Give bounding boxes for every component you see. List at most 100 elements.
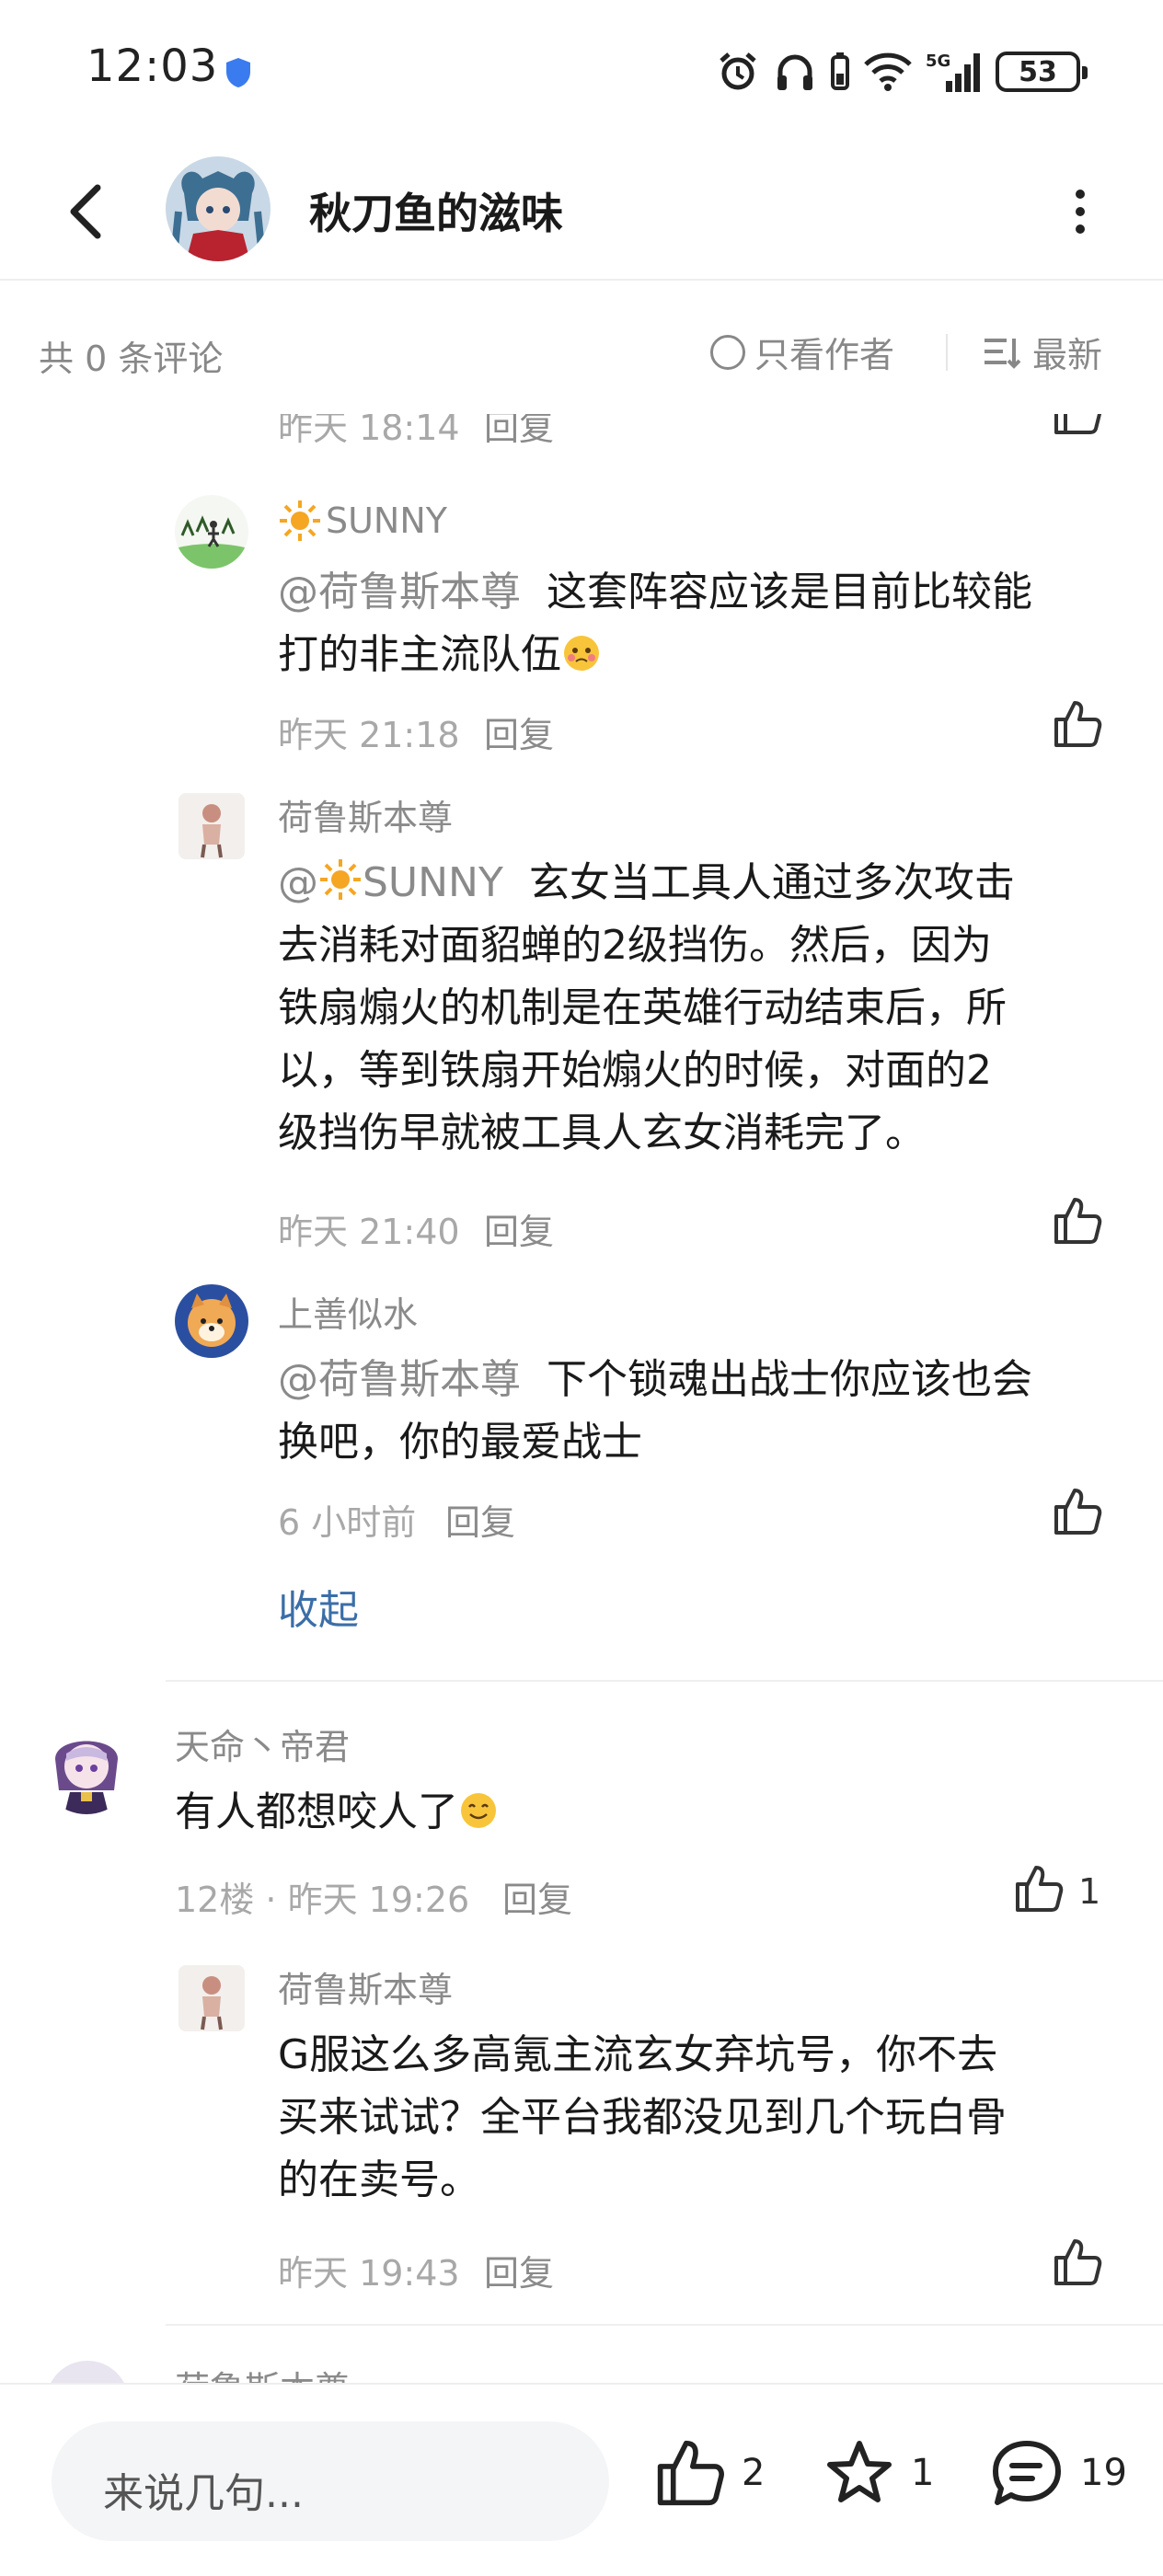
smile-emoji-icon xyxy=(461,1793,496,1828)
favorite-button[interactable]: 1 xyxy=(824,2438,934,2508)
like-icon[interactable] xyxy=(1053,2237,1102,2287)
back-arrow-icon xyxy=(70,184,101,239)
user-avatar[interactable] xyxy=(39,1719,134,1814)
like-icon[interactable] xyxy=(1053,414,1102,436)
comment-text: 有人都想咬人了 xyxy=(175,1788,458,1835)
commenter-name-text: SUNNY xyxy=(326,500,447,541)
comment-line: 的在卖号。 xyxy=(278,2156,480,2203)
shield-icon xyxy=(226,58,250,87)
alarm-icon xyxy=(720,52,756,90)
radio-circle-icon xyxy=(710,334,745,370)
mention-prefix: @ xyxy=(278,859,318,906)
divider xyxy=(166,2324,1163,2326)
star-icon xyxy=(827,2441,892,2502)
reply-button[interactable]: 回复 xyxy=(484,414,554,450)
comment-line: 以，等到铁扇开始煽火的时候，对面的2 xyxy=(278,1047,992,1094)
comments-button[interactable]: 19 xyxy=(990,2438,1127,2508)
sun-emoji-icon xyxy=(280,500,320,541)
bottom-action-bar: 来说几句... 2 1 19 xyxy=(0,2383,1163,2576)
svg-text:5G: 5G xyxy=(926,52,950,71)
comment-time: 昨天 18:14 xyxy=(278,414,460,448)
comment-line: 买来试试？全平台我都没见到几个玩白骨 xyxy=(278,2094,1007,2141)
comment-line: 级挡伤早就被工具人玄女消耗完了。 xyxy=(278,1110,926,1156)
comment-time: 昨天 21:40 xyxy=(278,1212,460,1252)
only-author-label: 只看作者 xyxy=(754,335,895,375)
like-icon[interactable] xyxy=(1053,1487,1102,1536)
comment-bubble-icon xyxy=(993,2441,1061,2505)
reply-button[interactable]: 回复 xyxy=(445,1494,515,1545)
mention-link[interactable]: @荷鲁斯本尊 xyxy=(278,569,521,615)
page-title: 秋刀鱼的滋味 xyxy=(309,189,563,238)
more-options-button[interactable] xyxy=(1062,184,1099,239)
user-avatar[interactable] xyxy=(175,1284,248,1358)
author-avatar[interactable] xyxy=(166,156,271,261)
comment-line: G服这么多高氪主流玄女弃坑号，你不去 xyxy=(278,2031,998,2078)
comment-body: 有人都想咬人了 xyxy=(175,1781,499,1844)
wifi-icon xyxy=(864,52,912,91)
comment-line: @荷鲁斯本尊 这套阵容应该是目前比较能 xyxy=(278,561,1124,624)
comment-time: 昨天 19:43 xyxy=(278,2253,460,2294)
like-icon[interactable] xyxy=(1053,1196,1102,1246)
mention-link[interactable]: @荷鲁斯本尊 xyxy=(278,1356,521,1403)
like-count: 1 xyxy=(1078,1871,1101,1912)
reply-button[interactable]: 回复 xyxy=(484,707,554,757)
comment-line: 铁扇煽火的机制是在英雄行动结束后，所 xyxy=(278,984,1007,1031)
reply-button[interactable]: 回复 xyxy=(502,1871,572,1922)
divider xyxy=(166,1680,1163,1682)
comment-line: 打的非主流队伍 xyxy=(278,624,1124,686)
comment-text: 下个锁魂出战士你应该也会 xyxy=(546,1356,1032,1403)
like-icon[interactable] xyxy=(1014,1864,1064,1914)
user-avatar[interactable] xyxy=(178,793,245,859)
post-like-button[interactable]: 2 xyxy=(655,2438,765,2508)
device-battery-icon xyxy=(831,52,849,90)
status-bar: 12:03 5G 53 xyxy=(0,0,1163,147)
reply-button[interactable]: 回复 xyxy=(484,1203,554,1254)
comment-meta: 12楼 · 昨天 19:26 xyxy=(175,1880,470,1920)
back-button[interactable] xyxy=(57,175,112,248)
user-avatar[interactable] xyxy=(175,495,248,569)
mention-link[interactable]: @ SUNNY xyxy=(278,859,503,906)
more-dot-icon xyxy=(1076,190,1085,199)
only-author-toggle[interactable]: 只看作者 xyxy=(710,327,894,377)
sort-icon xyxy=(985,338,1021,369)
user-avatar[interactable] xyxy=(178,1965,245,2031)
comment-body: @荷鲁斯本尊 下个锁魂出战士你应该也会 换吧，你的最爱战士 xyxy=(278,1349,1124,1474)
commenter-name[interactable]: 天命丶帝君 xyxy=(175,1719,350,1769)
comment-text: 玄女当工具人通过多次攻击 xyxy=(528,859,1015,906)
comment-body: G服这么多高氪主流玄女弃坑号，你不去 买来试试？全平台我都没见到几个玩白骨 的在… xyxy=(278,2024,1143,2212)
like-icon[interactable] xyxy=(1053,699,1102,749)
like-icon xyxy=(657,2440,724,2506)
mention-name: SUNNY xyxy=(363,859,503,906)
comment-list: 昨天 18:14 回复 SUNNY @荷鲁斯本尊 这套阵容应该是目前比较能 打的… xyxy=(0,414,1163,2383)
favorite-count: 1 xyxy=(911,2452,935,2494)
comment-input-placeholder: 来说几句... xyxy=(103,2470,304,2517)
cellular-signal-icon: 5G xyxy=(926,52,980,92)
comment-text: 这套阵容应该是目前比较能 xyxy=(546,569,1032,615)
comment-time: 昨天 21:18 xyxy=(278,715,460,755)
divider xyxy=(946,334,948,371)
commenter-name[interactable]: 荷鲁斯本尊 xyxy=(175,2361,350,2383)
comment-input[interactable]: 来说几句... xyxy=(52,2421,609,2541)
battery-indicator: 53 xyxy=(996,52,1088,92)
flustered-emoji-icon xyxy=(564,636,599,671)
sort-button[interactable]: 最新 xyxy=(983,327,1102,377)
comment-line: @ SUNNY 玄女当工具人通过多次攻击 xyxy=(278,852,1143,914)
reply-button[interactable]: 回复 xyxy=(484,2245,554,2295)
collapse-replies-button[interactable]: 收起 xyxy=(278,1577,359,1636)
comment-body: @ SUNNY 玄女当工具人通过多次攻击 去消耗对面貂蝉的2级挡伤。然后，因为 铁… xyxy=(278,852,1143,1165)
status-icons: 5G 53 xyxy=(716,48,1088,96)
comment-line: @荷鲁斯本尊 下个锁魂出战士你应该也会 xyxy=(278,1349,1124,1411)
comment-count-label: 共 0 条评论 xyxy=(39,339,224,379)
post-like-count: 2 xyxy=(742,2452,766,2494)
commenter-name[interactable]: 上善似水 xyxy=(278,1286,418,1337)
sun-emoji-icon xyxy=(320,859,361,900)
comment-line: 去消耗对面貂蝉的2级挡伤。然后，因为 xyxy=(278,922,992,969)
commenter-name[interactable]: SUNNY xyxy=(278,499,447,543)
filter-bar: 共 0 条评论 只看作者 最新 xyxy=(0,281,1163,414)
commenter-name[interactable]: 荷鲁斯本尊 xyxy=(278,1961,453,2012)
commenter-name[interactable]: 荷鲁斯本尊 xyxy=(278,789,453,840)
user-avatar[interactable] xyxy=(46,2361,129,2383)
more-dot-icon xyxy=(1076,224,1085,234)
comment-line: 换吧，你的最爱战士 xyxy=(278,1419,642,1466)
more-dot-icon xyxy=(1076,207,1085,216)
